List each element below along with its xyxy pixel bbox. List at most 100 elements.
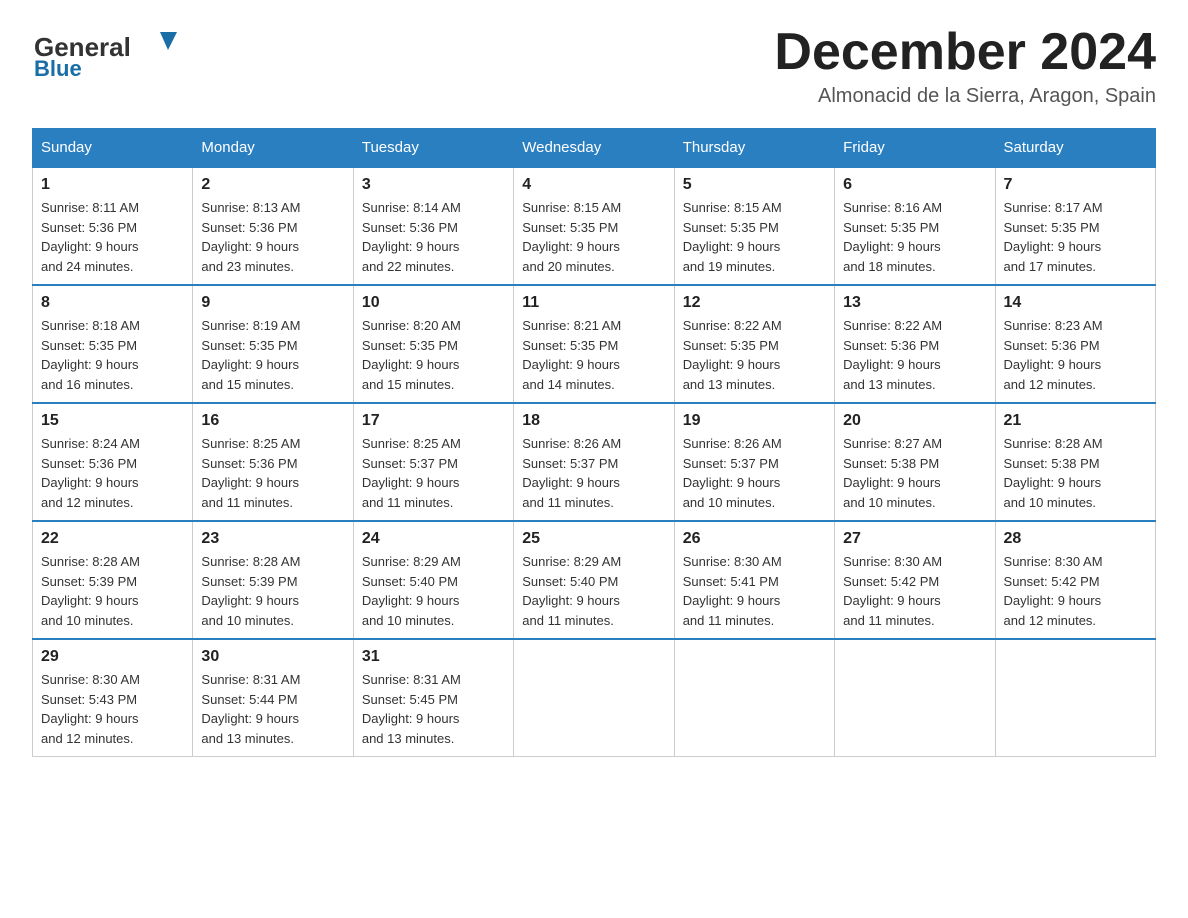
calendar-table: SundayMondayTuesdayWednesdayThursdayFrid… — [32, 128, 1156, 757]
day-info: Sunrise: 8:18 AMSunset: 5:35 PMDaylight:… — [41, 316, 184, 394]
day-number: 27 — [843, 530, 986, 548]
day-cell-7: 7 Sunrise: 8:17 AMSunset: 5:35 PMDaylight… — [995, 167, 1155, 285]
day-info: Sunrise: 8:11 AMSunset: 5:36 PMDaylight:… — [41, 198, 184, 276]
day-cell-16: 16 Sunrise: 8:25 AMSunset: 5:36 PMDayligh… — [193, 403, 353, 521]
day-number: 9 — [201, 294, 344, 312]
day-number: 3 — [362, 176, 505, 194]
logo: General Blue — [32, 24, 192, 79]
day-number: 17 — [362, 412, 505, 430]
day-cell-18: 18 Sunrise: 8:26 AMSunset: 5:37 PMDayligh… — [514, 403, 674, 521]
day-number: 29 — [41, 648, 184, 666]
day-cell-11: 11 Sunrise: 8:21 AMSunset: 5:35 PMDayligh… — [514, 285, 674, 403]
day-info: Sunrise: 8:28 AMSunset: 5:38 PMDaylight:… — [1004, 434, 1147, 512]
day-info: Sunrise: 8:21 AMSunset: 5:35 PMDaylight:… — [522, 316, 665, 394]
header-thursday: Thursday — [674, 129, 834, 168]
day-info: Sunrise: 8:29 AMSunset: 5:40 PMDaylight:… — [522, 552, 665, 630]
day-cell-19: 19Sunrise: 8:26 AMSunset: 5:37 PMDayligh… — [674, 403, 834, 521]
header-tuesday: Tuesday — [353, 129, 513, 168]
day-number: 6 — [843, 176, 986, 194]
day-cell-10: 10 Sunrise: 8:20 AMSunset: 5:35 PMDayligh… — [353, 285, 513, 403]
day-number: 13 — [843, 294, 986, 312]
day-cell-22: 22 Sunrise: 8:28 AMSunset: 5:39 PMDayligh… — [33, 521, 193, 639]
day-info: Sunrise: 8:25 AMSunset: 5:36 PMDaylight:… — [201, 434, 344, 512]
day-number: 31 — [362, 648, 505, 666]
day-info: Sunrise: 8:26 AMSunset: 5:37 PMDaylight:… — [522, 434, 665, 512]
day-number: 28 — [1004, 530, 1147, 548]
day-cell-5: 5 Sunrise: 8:15 AMSunset: 5:35 PMDaylight… — [674, 167, 834, 285]
day-info: Sunrise: 8:22 AMSunset: 5:35 PMDaylight:… — [683, 316, 826, 394]
empty-cell — [674, 639, 834, 757]
header-friday: Friday — [835, 129, 995, 168]
day-number: 23 — [201, 530, 344, 548]
empty-cell — [995, 639, 1155, 757]
day-number: 16 — [201, 412, 344, 430]
day-number: 14 — [1004, 294, 1147, 312]
day-cell-31: 31Sunrise: 8:31 AMSunset: 5:45 PMDayligh… — [353, 639, 513, 757]
day-info: Sunrise: 8:20 AMSunset: 5:35 PMDaylight:… — [362, 316, 505, 394]
day-number: 22 — [41, 530, 184, 548]
day-info: Sunrise: 8:31 AMSunset: 5:44 PMDaylight:… — [201, 670, 344, 748]
day-info: Sunrise: 8:27 AMSunset: 5:38 PMDaylight:… — [843, 434, 986, 512]
month-title: December 2024 — [774, 24, 1156, 81]
title-section: December 2024 Almonacid de la Sierra, Ar… — [774, 24, 1156, 108]
day-number: 24 — [362, 530, 505, 548]
day-cell-30: 30 Sunrise: 8:31 AMSunset: 5:44 PMDayligh… — [193, 639, 353, 757]
empty-cell — [514, 639, 674, 757]
header-wednesday: Wednesday — [514, 129, 674, 168]
day-cell-20: 20 Sunrise: 8:27 AMSunset: 5:38 PMDayligh… — [835, 403, 995, 521]
day-cell-24: 24 Sunrise: 8:29 AMSunset: 5:40 PMDayligh… — [353, 521, 513, 639]
week-row-3: 15Sunrise: 8:24 AMSunset: 5:36 PMDayligh… — [33, 403, 1156, 521]
location-title: Almonacid de la Sierra, Aragon, Spain — [774, 85, 1156, 108]
day-info: Sunrise: 8:15 AMSunset: 5:35 PMDaylight:… — [683, 198, 826, 276]
day-info: Sunrise: 8:22 AMSunset: 5:36 PMDaylight:… — [843, 316, 986, 394]
day-info: Sunrise: 8:28 AMSunset: 5:39 PMDaylight:… — [201, 552, 344, 630]
day-number: 5 — [683, 176, 826, 194]
day-number: 26 — [683, 530, 826, 548]
week-row-1: 1 Sunrise: 8:11 AMSunset: 5:36 PMDaylight… — [33, 167, 1156, 285]
day-cell-27: 27 Sunrise: 8:30 AMSunset: 5:42 PMDayligh… — [835, 521, 995, 639]
page-header: General Blue December 2024 Almonacid de … — [32, 24, 1156, 108]
weekday-header-row: SundayMondayTuesdayWednesdayThursdayFrid… — [33, 129, 1156, 168]
day-cell-9: 9Sunrise: 8:19 AMSunset: 5:35 PMDaylight… — [193, 285, 353, 403]
day-number: 7 — [1004, 176, 1147, 194]
day-number: 10 — [362, 294, 505, 312]
day-info: Sunrise: 8:13 AMSunset: 5:36 PMDaylight:… — [201, 198, 344, 276]
day-number: 8 — [41, 294, 184, 312]
day-cell-1: 1 Sunrise: 8:11 AMSunset: 5:36 PMDaylight… — [33, 167, 193, 285]
day-info: Sunrise: 8:25 AMSunset: 5:37 PMDaylight:… — [362, 434, 505, 512]
day-cell-23: 23 Sunrise: 8:28 AMSunset: 5:39 PMDayligh… — [193, 521, 353, 639]
header-monday: Monday — [193, 129, 353, 168]
day-cell-15: 15Sunrise: 8:24 AMSunset: 5:36 PMDayligh… — [33, 403, 193, 521]
svg-text:Blue: Blue — [34, 56, 82, 79]
day-cell-8: 8 Sunrise: 8:18 AMSunset: 5:35 PMDaylight… — [33, 285, 193, 403]
day-number: 12 — [683, 294, 826, 312]
day-info: Sunrise: 8:23 AMSunset: 5:36 PMDaylight:… — [1004, 316, 1147, 394]
day-number: 2 — [201, 176, 344, 194]
day-number: 19 — [683, 412, 826, 430]
empty-cell — [835, 639, 995, 757]
day-number: 1 — [41, 176, 184, 194]
day-number: 21 — [1004, 412, 1147, 430]
day-number: 4 — [522, 176, 665, 194]
day-cell-3: 3 Sunrise: 8:14 AMSunset: 5:36 PMDaylight… — [353, 167, 513, 285]
day-info: Sunrise: 8:30 AMSunset: 5:42 PMDaylight:… — [843, 552, 986, 630]
header-saturday: Saturday — [995, 129, 1155, 168]
day-info: Sunrise: 8:28 AMSunset: 5:39 PMDaylight:… — [41, 552, 184, 630]
day-number: 30 — [201, 648, 344, 666]
day-info: Sunrise: 8:30 AMSunset: 5:41 PMDaylight:… — [683, 552, 826, 630]
day-info: Sunrise: 8:29 AMSunset: 5:40 PMDaylight:… — [362, 552, 505, 630]
day-info: Sunrise: 8:16 AMSunset: 5:35 PMDaylight:… — [843, 198, 986, 276]
header-sunday: Sunday — [33, 129, 193, 168]
week-row-2: 8 Sunrise: 8:18 AMSunset: 5:35 PMDaylight… — [33, 285, 1156, 403]
day-number: 25 — [522, 530, 665, 548]
day-info: Sunrise: 8:14 AMSunset: 5:36 PMDaylight:… — [362, 198, 505, 276]
day-number: 18 — [522, 412, 665, 430]
day-number: 11 — [522, 294, 665, 312]
day-cell-17: 17 Sunrise: 8:25 AMSunset: 5:37 PMDayligh… — [353, 403, 513, 521]
day-cell-29: 29Sunrise: 8:30 AMSunset: 5:43 PMDayligh… — [33, 639, 193, 757]
day-info: Sunrise: 8:15 AMSunset: 5:35 PMDaylight:… — [522, 198, 665, 276]
day-info: Sunrise: 8:17 AMSunset: 5:35 PMDaylight:… — [1004, 198, 1147, 276]
day-info: Sunrise: 8:24 AMSunset: 5:36 PMDaylight:… — [41, 434, 184, 512]
day-number: 20 — [843, 412, 986, 430]
day-cell-14: 14 Sunrise: 8:23 AMSunset: 5:36 PMDayligh… — [995, 285, 1155, 403]
